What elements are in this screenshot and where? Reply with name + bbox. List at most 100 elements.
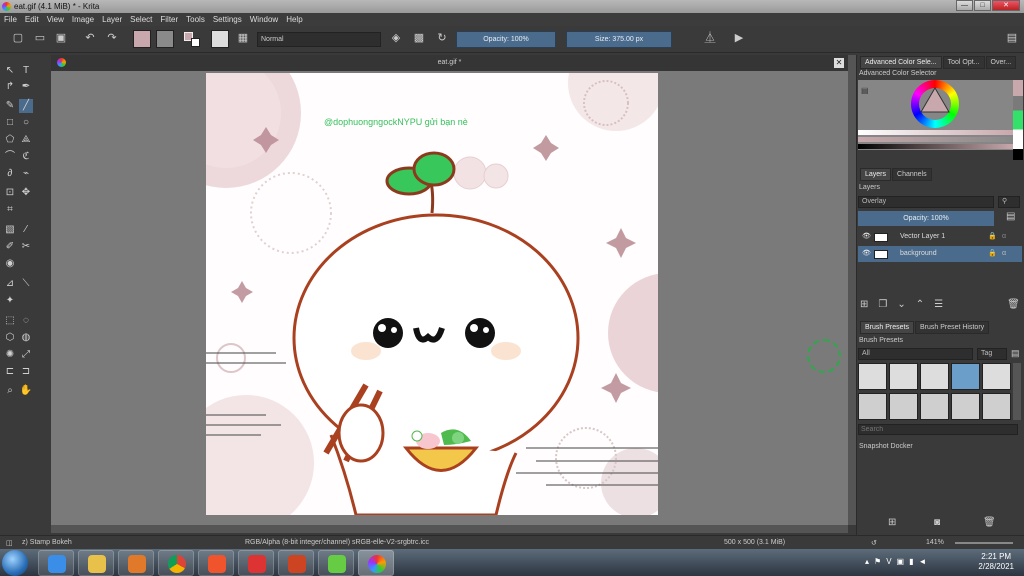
eraser-icon[interactable]: ◈ — [390, 32, 402, 45]
layer-name[interactable]: background — [900, 246, 937, 262]
menu-file[interactable]: File — [4, 15, 17, 24]
gradient-swatch[interactable] — [133, 30, 151, 48]
rectangle-tool-icon[interactable]: □ — [3, 116, 17, 130]
move-down-icon[interactable]: ⌄ — [897, 299, 905, 310]
taskbar-krita[interactable] — [358, 550, 394, 576]
pattern-swatch[interactable] — [156, 30, 174, 48]
grid-icon[interactable]: ▦ — [237, 32, 249, 45]
layer-blend-mode-select[interactable]: Overlay — [858, 196, 994, 208]
taskbar-app[interactable] — [238, 550, 274, 576]
open-document-icon[interactable]: ▭ — [34, 32, 46, 45]
bezier-select-tool-icon[interactable]: ⊏ — [3, 365, 17, 379]
reload-icon[interactable]: ↻ — [436, 32, 448, 45]
camera-icon[interactable]: ◙ — [934, 517, 940, 528]
move-up-icon[interactable]: ⌃ — [916, 299, 924, 310]
lock-icon[interactable]: 🔒 — [988, 229, 997, 245]
visibility-eye-icon[interactable]: 👁 — [862, 246, 871, 262]
close-button[interactable]: ✕ — [992, 0, 1020, 11]
menu-layer[interactable]: Layer — [102, 15, 122, 24]
mirror-horizontal-icon[interactable]: ⏅ — [704, 32, 716, 45]
brush-preset[interactable] — [889, 363, 918, 390]
move-tool-icon[interactable]: ✥ — [19, 186, 33, 200]
tray-volume-icon[interactable]: ◄ — [919, 557, 927, 566]
vertical-scrollbar[interactable] — [848, 55, 856, 525]
preset-scrollbar[interactable] — [1013, 363, 1021, 420]
layer-row[interactable]: 👁 background 🔒 α — [858, 246, 1022, 262]
taskbar-among-us[interactable] — [278, 550, 314, 576]
brush-preset[interactable] — [951, 363, 980, 390]
value-slider[interactable] — [858, 144, 1013, 149]
fill-tool-icon[interactable]: ◉ — [3, 257, 17, 271]
menu-view[interactable]: View — [47, 15, 64, 24]
menu-window[interactable]: Window — [250, 15, 278, 24]
workspace-icon[interactable]: ▤ — [1006, 32, 1018, 45]
tab-brush-presets[interactable]: Brush Presets — [860, 321, 914, 334]
rect-select-tool-icon[interactable]: ⬚ — [3, 314, 17, 328]
brush-filter-select[interactable]: All — [858, 348, 973, 360]
ellipse-tool-icon[interactable]: ○ — [19, 116, 33, 130]
maximize-button[interactable]: □ — [974, 0, 991, 11]
rotate-icon[interactable]: ↺ — [871, 539, 877, 547]
line-tool-icon[interactable]: ╱ — [19, 99, 33, 113]
close-document-icon[interactable]: ✕ — [834, 58, 844, 68]
freehand-path-tool-icon[interactable]: ℭ — [19, 150, 33, 164]
layer-name[interactable]: Vector Layer 1 — [900, 229, 945, 245]
color-picker-tool-icon[interactable]: ⁄ — [19, 223, 33, 237]
tray-app-icon[interactable]: ▣ — [897, 557, 905, 566]
brush-preset[interactable] — [982, 363, 1011, 390]
brush-preset[interactable] — [858, 363, 887, 390]
new-document-icon[interactable]: ▢ — [12, 32, 24, 45]
delete-layer-icon[interactable]: 🗑 — [1007, 299, 1020, 310]
taskbar-ie[interactable] — [38, 550, 74, 576]
layer-properties-icon[interactable]: ☰ — [934, 299, 943, 310]
brush-preset[interactable] — [951, 393, 980, 420]
visibility-eye-icon[interactable]: 👁 — [862, 229, 871, 245]
bezier-tool-icon[interactable]: ⌒ — [3, 150, 17, 164]
tab-layers[interactable]: Layers — [860, 168, 892, 181]
brush-preset[interactable] — [920, 393, 949, 420]
color-history-strip[interactable] — [1013, 80, 1023, 160]
menu-filter[interactable]: Filter — [160, 15, 178, 24]
tray-arrow-icon[interactable]: ▴ — [865, 557, 869, 566]
fg-bg-color-icon[interactable] — [184, 32, 202, 47]
brush-preset-button[interactable] — [211, 30, 229, 48]
document-tab[interactable]: eat.gif * ✕ — [51, 55, 848, 71]
add-snapshot-icon[interactable]: ⊞ — [888, 517, 896, 528]
colorize-mask-tool-icon[interactable]: ✐ — [3, 240, 17, 254]
save-icon[interactable]: ▣ — [55, 32, 67, 45]
brush-tag-button[interactable]: Tag — [977, 348, 1007, 360]
duplicate-layer-icon[interactable]: ❐ — [878, 299, 887, 310]
alpha-icon[interactable]: α — [1002, 229, 1006, 245]
smart-patch-tool-icon[interactable]: ✂ — [19, 240, 33, 254]
dynamic-brush-tool-icon[interactable]: ∂ — [3, 167, 17, 181]
taskbar-brave[interactable] — [198, 550, 234, 576]
magnetic-select-tool-icon[interactable]: ⊐ — [19, 365, 33, 379]
contiguous-select-tool-icon[interactable]: ✺ — [3, 348, 17, 362]
zoom-tool-icon[interactable]: ⌕ — [3, 384, 17, 398]
crop-tool-icon[interactable]: ⌗ — [3, 203, 17, 217]
layer-thumbnail-icon[interactable]: ▤ — [1006, 211, 1020, 225]
transform-tool-icon[interactable]: ⊡ — [3, 186, 17, 200]
document-image[interactable]: @dophuongngockNYPU gửi bạn nè — [206, 73, 658, 515]
assistant-tool-icon[interactable]: ⊿ — [3, 277, 17, 291]
taskbar-explorer[interactable] — [78, 550, 114, 576]
multibrush-tool-icon[interactable]: ⌁ — [19, 167, 33, 181]
layer-opacity-slider[interactable]: Opacity: 100% — [858, 211, 994, 226]
taskbar-chrome[interactable] — [158, 550, 194, 576]
menu-settings[interactable]: Settings — [213, 15, 242, 24]
tab-overview[interactable]: Over... — [985, 56, 1017, 69]
undo-icon[interactable]: ↶ — [84, 32, 96, 45]
zoom-slider[interactable] — [955, 542, 1013, 544]
blend-mode-select[interactable]: Normal — [257, 32, 381, 47]
measure-tool-icon[interactable]: ⟍ — [19, 277, 33, 291]
saturation-slider[interactable] — [858, 137, 1013, 142]
polygon-tool-icon[interactable]: ⬠ — [3, 133, 17, 147]
brush-preset[interactable] — [982, 393, 1011, 420]
layer-row[interactable]: 👁 Vector Layer 1 🔒 α — [858, 229, 1022, 245]
tab-tool-options[interactable]: Tool Opt... — [942, 56, 985, 69]
brush-search-input[interactable] — [858, 424, 1018, 435]
color-wheel[interactable] — [911, 80, 959, 128]
minimize-button[interactable]: — — [956, 0, 973, 11]
menu-image[interactable]: Image — [72, 15, 94, 24]
select-shapes-tool-icon[interactable]: ↖ — [3, 64, 17, 78]
